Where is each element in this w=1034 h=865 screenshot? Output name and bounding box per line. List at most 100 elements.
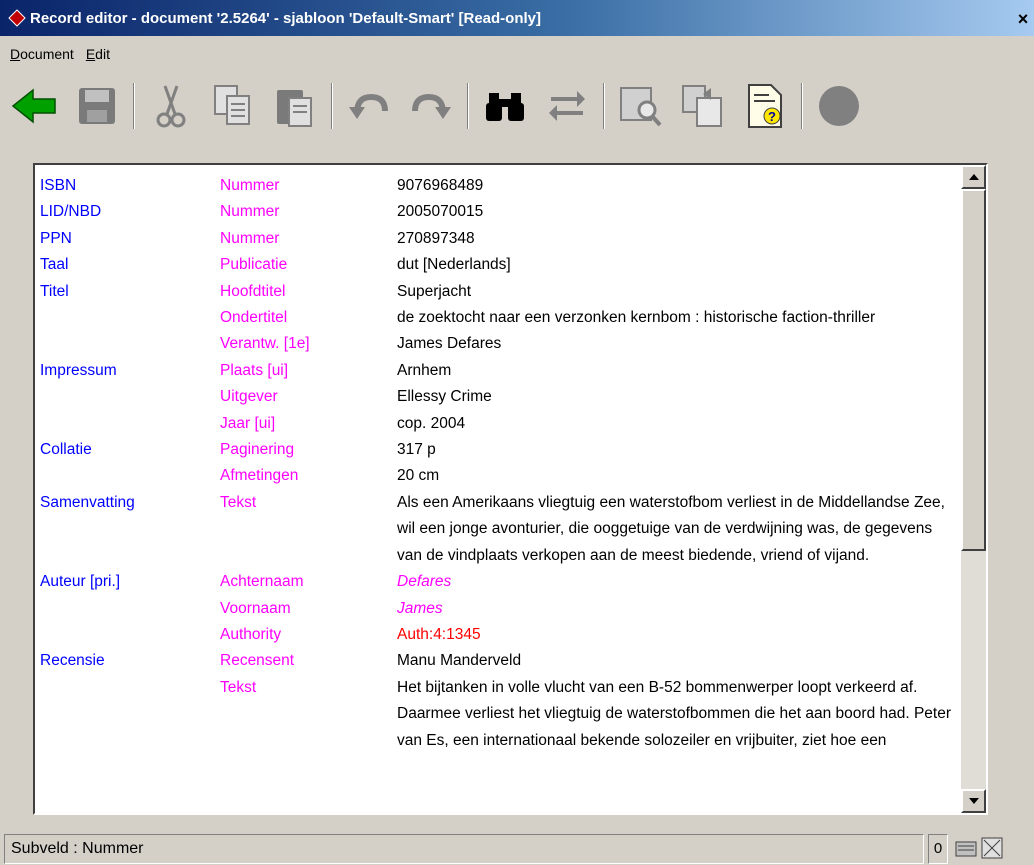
field-label: Samenvatting [40,493,135,511]
subfield-label: Voornaam [220,599,291,617]
replace-button[interactable] [538,78,596,134]
record-row[interactable]: Uitgever Ellessy Crime [40,384,960,410]
undo-button[interactable] [340,78,398,134]
back-arrow-icon [11,88,56,124]
close-button[interactable]: × [1012,8,1034,30]
subfield-label: Plaats [ui] [220,361,289,379]
field-label [40,463,220,489]
subfield-label: Achternaam [220,573,304,591]
copy-icon [214,85,250,125]
subfield-value[interactable]: Auth:4:1345 [397,622,960,648]
find-binoculars-icon [486,93,524,121]
toolbar: ? [6,76,868,136]
search-book-button[interactable] [612,78,670,134]
record-row[interactable]: Verantw. [1e] James Defares [40,331,960,357]
status-text: Subveld : Nummer [4,834,924,864]
back-button[interactable] [6,78,64,134]
subfield-value[interactable]: James Defares [397,331,960,357]
help-button[interactable]: ? [736,78,794,134]
record-button[interactable] [810,78,868,134]
copy-button[interactable] [204,78,262,134]
arrow-up-icon [968,174,979,180]
subfield-label: Authority [220,625,282,643]
record-row[interactable]: ISBN Nummer 9076968489 [40,173,960,199]
record-row[interactable]: Tekst Het bijtanken in volle vlucht van e… [40,675,960,754]
field-label [40,675,220,754]
record-row[interactable]: Afmetingen 20 cm [40,463,960,489]
field-label: Taal [40,256,69,274]
record-editor-panel[interactable]: ISBN Nummer 9076968489 LID/NBD Nummer 2005070… [33,163,988,815]
subfield-value[interactable]: Arnhem [397,358,960,384]
subfield-label: Ondertitel [220,309,288,327]
toolbar-separator [467,83,469,129]
record-row[interactable]: Voornaam James [40,596,960,622]
menu-document[interactable]: Document [10,46,74,68]
title-bar: Record editor - document '2.5264' - sjab… [0,0,1034,36]
record-row[interactable]: Recensie Recensent Manu Manderveld [40,648,960,674]
record-row[interactable]: Impressum Plaats [ui] Arnhem [40,358,960,384]
undo-icon [349,93,388,119]
field-label [40,331,220,357]
field-label: PPN [40,229,72,247]
subfield-value[interactable]: 270897348 [397,226,960,252]
subfield-label: Nummer [220,177,280,194]
subfield-label: Recensent [220,652,295,670]
subfield-value[interactable]: 20 cm [397,463,960,489]
record-row[interactable]: Jaar [ui] cop. 2004 [40,411,960,437]
field-label: Recensie [40,652,105,670]
subfield-value[interactable]: Als een Amerikaans vliegtuig een waterst… [397,490,960,569]
record-rows: ISBN Nummer 9076968489 LID/NBD Nummer 2005070… [40,173,960,754]
subfield-value[interactable]: de zoektocht naar een verzonken kernbom … [397,305,960,331]
subfield-value[interactable]: Het bijtanken in volle vlucht van een B-… [397,675,960,754]
paste-button[interactable] [266,78,324,134]
record-row[interactable]: PPN Nummer 270897348 [40,226,960,252]
subfield-value[interactable]: 9076968489 [397,173,960,199]
field-label: LID/NBD [40,203,102,221]
record-circle-icon [819,86,859,126]
subfield-value[interactable]: dut [Nederlands] [397,252,960,278]
field-label [40,411,220,437]
subfield-label: Nummer [220,203,280,221]
subfield-label: Afmetingen [220,467,299,485]
record-row[interactable]: Ondertitel de zoektocht naar een verzonke… [40,305,960,331]
subfield-label: Tekst [220,678,257,696]
paste-icon [277,90,312,127]
app-icon [8,9,26,27]
record-row[interactable]: Auteur [pri.] Achternaam Defares [40,569,960,595]
find-button[interactable] [476,78,534,134]
record-row[interactable]: Samenvatting Tekst Als een Amerikaans vlie… [40,490,960,569]
subfield-value[interactable]: 317 p [397,437,960,463]
save-button[interactable] [68,78,126,134]
toolbar-separator [133,83,135,129]
resize-icon[interactable] [980,836,1004,862]
subfield-value[interactable]: 2005070015 [397,199,960,225]
copy-record-button[interactable] [674,78,732,134]
subfield-value[interactable]: Manu Manderveld [397,648,960,674]
menu-edit[interactable]: Edit [86,46,110,68]
record-row[interactable]: Taal Publicatie dut [Nederlands] [40,252,960,278]
subfield-value[interactable]: Defares [397,569,960,595]
scroll-thumb[interactable] [961,189,986,551]
field-label: Auteur [pri.] [40,573,121,591]
record-row[interactable]: Authority Auth:4:1345 [40,622,960,648]
field-label [40,305,220,331]
cut-button[interactable] [142,78,200,134]
subfield-value[interactable]: Ellessy Crime [397,384,960,410]
vertical-scrollbar[interactable] [961,165,986,813]
status-bar: Subveld : Nummer 0 [0,830,1034,865]
subfield-value[interactable]: cop. 2004 [397,411,960,437]
subfield-value[interactable]: Superjacht [397,279,960,305]
scroll-up-button[interactable] [961,165,986,189]
record-row[interactable]: Collatie Paginering 317 p [40,437,960,463]
copy-record-icon [682,85,722,127]
record-row[interactable]: LID/NBD Nummer 2005070015 [40,199,960,225]
record-row[interactable]: Titel Hoofdtitel Superjacht [40,279,960,305]
scroll-down-button[interactable] [961,789,986,813]
redo-button[interactable] [402,78,460,134]
subfield-label: Nummer [220,229,280,247]
field-label: Impressum [40,361,117,379]
keyboard-icon[interactable] [954,836,978,862]
subfield-value[interactable]: James [397,596,960,622]
menu-bar: Document Edit [0,46,110,68]
field-label: Collatie [40,441,92,459]
